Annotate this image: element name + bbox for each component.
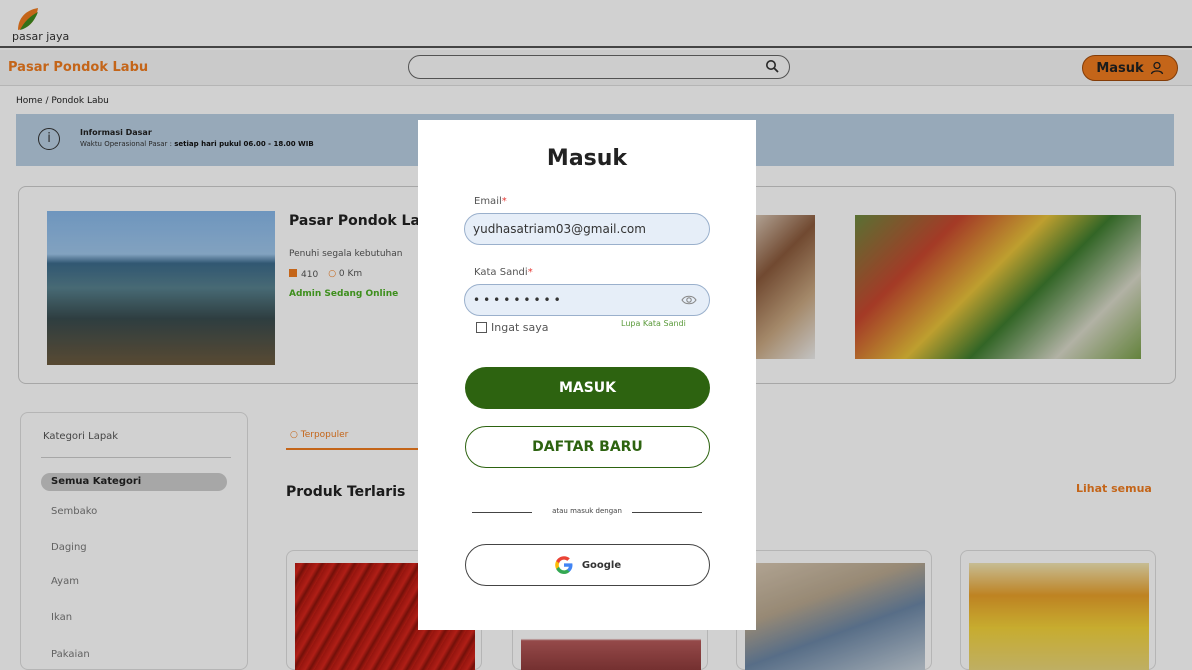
register-button[interactable]: DAFTAR BARU <box>465 426 710 468</box>
password-field[interactable]: ••••••••• <box>464 284 710 316</box>
password-value: ••••••••• <box>473 293 564 307</box>
forgot-password-link[interactable]: Lupa Kata Sandi <box>621 319 686 328</box>
google-button-label: Google <box>581 559 622 571</box>
remember-me-checkbox[interactable] <box>476 322 487 333</box>
email-field[interactable]: yudhasatriam03@gmail.com <box>464 213 710 245</box>
divider-right <box>632 512 702 513</box>
modal-title: Masuk <box>546 146 628 171</box>
remember-me-label: Ingat saya <box>491 321 549 334</box>
google-icon <box>555 556 573 574</box>
google-login-button[interactable]: Google <box>465 544 710 586</box>
password-label: Kata Sandi* <box>474 267 533 278</box>
eye-icon[interactable] <box>681 293 697 307</box>
remember-me[interactable]: Ingat saya <box>476 321 548 334</box>
email-label: Email* <box>474 196 507 207</box>
login-button[interactable]: MASUK <box>465 367 710 409</box>
login-modal: Masuk Email* yudhasatriam03@gmail.com Ka… <box>418 120 756 630</box>
or-text: atau masuk dengan <box>552 507 622 515</box>
